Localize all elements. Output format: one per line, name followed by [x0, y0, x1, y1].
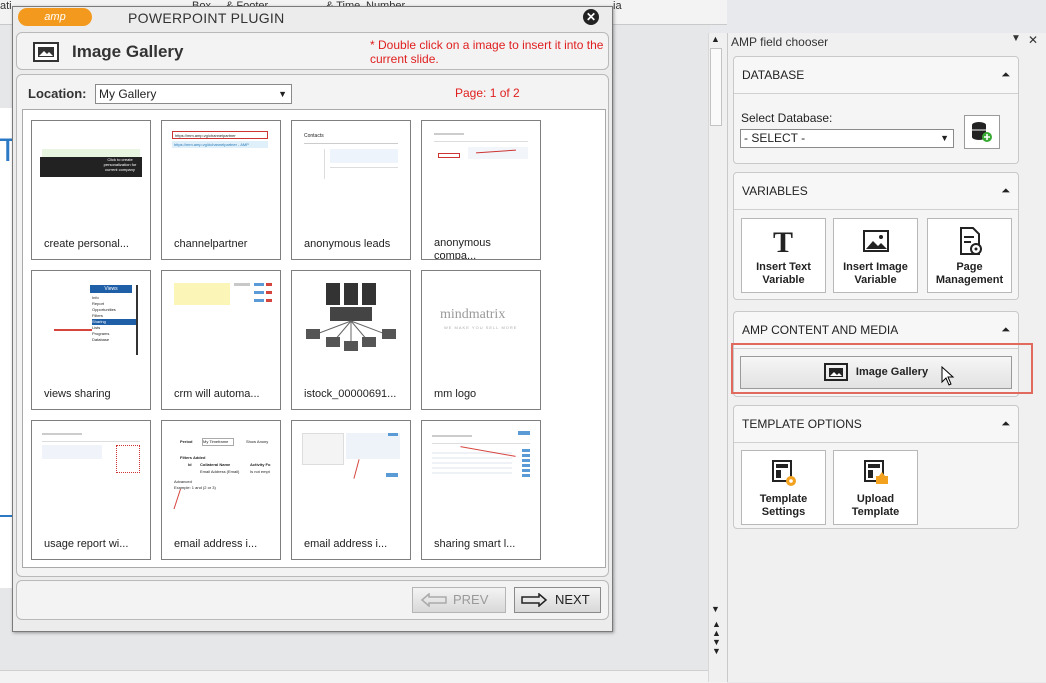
arrow-left-icon: [421, 593, 447, 607]
template-options-section: TEMPLATE OPTIONS ⏶ Template Settings Uplo…: [733, 405, 1019, 529]
collapse-icon[interactable]: ⏶: [1001, 57, 1010, 93]
thumbnail-image: [40, 429, 142, 509]
page-management-button[interactable]: Page Management: [927, 218, 1012, 293]
thumbnail-caption: channelpartner: [174, 238, 248, 250]
location-label: Location:: [28, 86, 87, 101]
insert-text-variable-button[interactable]: T Insert Text Variable: [741, 218, 826, 293]
scroll-up-icon[interactable]: ▲: [711, 34, 720, 44]
thumbnail-menu-item: Database: [92, 337, 110, 342]
thumbnail-image: [430, 429, 532, 509]
servers-network-image: [306, 283, 396, 351]
thumbnail-caption: email address i...: [174, 538, 258, 550]
thumbnail-image: [170, 279, 272, 359]
thumbnail-image: Click to create personalization for curr…: [40, 129, 142, 209]
thumbnail-caption: sharing smart l...: [434, 538, 516, 550]
page-indicator: Page: 1 of 2: [455, 86, 520, 100]
dialog-title: POWERPOINT PLUGIN: [128, 10, 285, 26]
upload-template-icon: [863, 460, 888, 484]
canvas-scrollbar[interactable]: [708, 33, 727, 682]
svg-text:T: T: [773, 226, 793, 257]
template-settings-icon: [771, 460, 796, 486]
database-add-icon: [972, 122, 992, 142]
gallery-title: Image Gallery: [72, 42, 184, 61]
collapse-icon[interactable]: ⏶: [1001, 406, 1010, 442]
page-settings-icon: [959, 227, 982, 255]
chevron-down-icon: ▼: [940, 133, 949, 143]
collapse-icon[interactable]: ⏶: [1001, 173, 1010, 209]
database-select[interactable]: - SELECT - ▼: [740, 129, 954, 148]
thumbnail-image: [430, 129, 532, 209]
thumbnail-caption: anonymous leads: [304, 238, 391, 250]
page-nav-icon[interactable]: ▲ ▲ ▼ ▼: [712, 620, 721, 656]
ribbon-fragment-left: ati: [0, 0, 12, 12]
gallery-icon: [33, 42, 59, 65]
thumbnail-caption: mm logo: [434, 388, 477, 400]
thumbnail-image: mindmatrix WE MAKE YOU SELL MORE: [440, 307, 518, 330]
variables-header[interactable]: VARIABLES ⏶: [734, 173, 1018, 210]
scroll-down-icon[interactable]: ▼: [711, 604, 720, 614]
thumbnail-caption: anonymous compa...: [434, 237, 491, 259]
chevron-down-icon: ▼: [278, 89, 287, 99]
thumbnail-image: [300, 429, 402, 509]
gallery-item[interactable]: sharing smart l...: [421, 420, 541, 560]
thumbnail-image: [300, 279, 402, 359]
upload-template-button[interactable]: Upload Template: [833, 450, 918, 525]
scroll-thumb[interactable]: [710, 48, 722, 126]
insert-image-variable-button[interactable]: Insert Image Variable: [833, 218, 918, 293]
gallery-item[interactable]: istock_00000691...: [291, 270, 411, 410]
thumbnail-image: Views Info Report Opportunities Filters Shar…: [40, 279, 142, 359]
template-options-header[interactable]: TEMPLATE OPTIONS ⏶: [734, 406, 1018, 443]
thumbnail-caption: crm will automa...: [174, 388, 260, 400]
gallery-item[interactable]: mindmatrix WE MAKE YOU SELL MORE mm logo: [421, 270, 541, 410]
arrow-right-icon: [521, 593, 547, 607]
ribbon-fragment-right: ia: [613, 0, 622, 12]
thumbnail-image: https://mm.amp.vg/channelpartner https:/…: [170, 129, 272, 209]
gallery-item[interactable]: https://mm.amp.vg/channelpartner https:/…: [161, 120, 281, 260]
location-select[interactable]: My Gallery ▼: [95, 84, 292, 104]
gallery-icon: [823, 363, 848, 382]
template-settings-button[interactable]: Template Settings: [741, 450, 826, 525]
pane-title: AMP field chooser: [731, 35, 829, 49]
thumbnail-caption: email address i...: [304, 538, 388, 550]
image-grid: Click to create personalization for curr…: [22, 109, 606, 568]
next-button[interactable]: NEXT: [514, 587, 601, 613]
thumbnail-caption: views sharing: [44, 388, 111, 400]
gallery-item[interactable]: crm will automa...: [161, 270, 281, 410]
variables-section: VARIABLES ⏶ T Insert Text Variable Insert…: [733, 172, 1019, 300]
database-add-button[interactable]: [964, 115, 1000, 149]
gallery-item[interactable]: usage report wi...: [31, 420, 151, 560]
thumbnail-caption: istock_00000691...: [304, 388, 397, 400]
image-icon: [862, 230, 889, 252]
mouse-cursor-icon: [941, 365, 955, 389]
database-section: DATABASE ⏶ Select Database: - SELECT - ▼: [733, 56, 1019, 164]
gallery-item[interactable]: anonymous compa...: [421, 120, 541, 260]
pane-dropdown-icon[interactable]: ▼: [1011, 33, 1021, 44]
insert-instruction: * Double click on a image to insert it i…: [370, 38, 604, 66]
image-gallery-button[interactable]: Image Gallery: [740, 356, 1012, 389]
dialog-close-button[interactable]: ✕: [583, 9, 599, 25]
gallery-item[interactable]: Period My Timeframe Show Anony Filters A…: [161, 420, 281, 560]
pane-close-icon[interactable]: ✕: [1028, 33, 1038, 47]
thumbnail-caption: usage report wi...: [44, 538, 129, 550]
thumbnail-caption: create personal...: [44, 238, 129, 250]
database-header[interactable]: DATABASE ⏶: [734, 57, 1018, 94]
gallery-item[interactable]: Views Info Report Opportunities Filters Shar…: [31, 270, 151, 410]
prev-button[interactable]: PREV: [412, 587, 506, 613]
gallery-item[interactable]: Click to create personalization for curr…: [31, 120, 151, 260]
select-database-label: Select Database:: [741, 111, 833, 125]
thumbnail-image: Contacts: [300, 129, 402, 209]
thumbnail-image: Period My Timeframe Show Anony Filters A…: [170, 429, 272, 509]
gallery-item[interactable]: Contacts anonymous leads: [291, 120, 411, 260]
gallery-item[interactable]: email address i...: [291, 420, 411, 560]
amp-logo: amp: [18, 8, 92, 26]
text-t-icon: T: [773, 226, 793, 257]
dialog-titlebar[interactable]: [13, 7, 612, 31]
status-bar: [0, 670, 727, 683]
